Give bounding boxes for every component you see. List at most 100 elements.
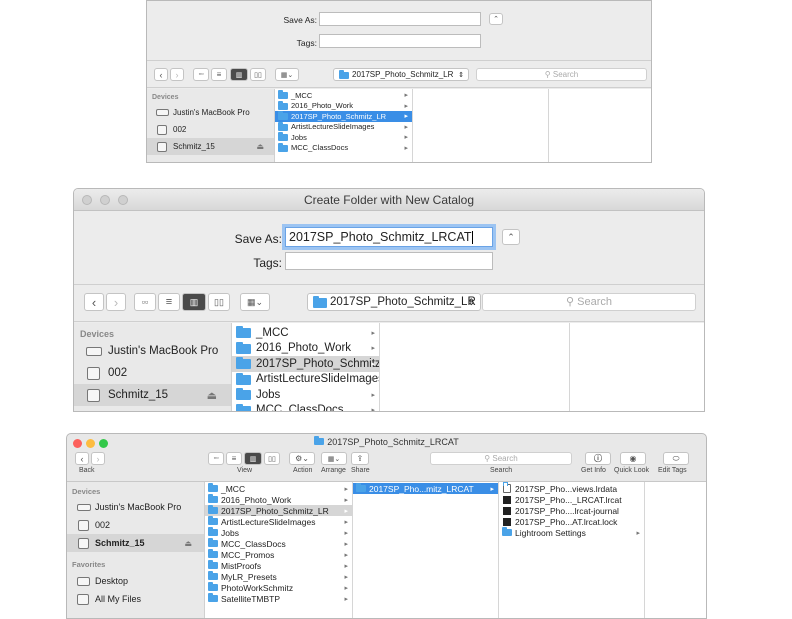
icon-view-icon[interactable]: ▫▫ — [208, 452, 224, 465]
list-item[interactable]: Jobs ▸ — [205, 527, 352, 538]
view-label: View — [237, 467, 253, 474]
list-item[interactable]: 2016_Photo_Work ▸ — [232, 341, 379, 357]
search-field[interactable]: ⚲ Search — [482, 293, 696, 311]
list-item[interactable]: 2017SP_Photo_Schmitz_LR▸ — [275, 111, 412, 122]
sidebar-item-schmitz15[interactable]: Schmitz_15 ⏏ — [67, 534, 204, 552]
list-item[interactable]: 2017SP_Pho...AT.lrcat.lock — [499, 516, 644, 527]
save-as-field[interactable]: 2017SP_Photo_Schmitz_LRCAT — [282, 224, 496, 250]
column-view-icon[interactable]: ▥ — [182, 293, 206, 311]
coverflow-view-icon[interactable]: ▯▯ — [250, 68, 266, 81]
back-button[interactable]: ‹ — [154, 68, 168, 81]
list-item-label: MCC_Promos — [221, 549, 275, 560]
search-icon: ⚲ — [544, 70, 551, 79]
sidebar-item-all-my-files[interactable]: All My Files — [67, 590, 204, 608]
column-3 — [549, 89, 651, 162]
list-item[interactable]: 2017SP_Pho...mitz_LRCAT ▸ — [353, 483, 498, 494]
coverflow-view-icon[interactable]: ▯▯ — [264, 452, 280, 465]
search-field[interactable]: ⚲ Search — [430, 452, 572, 465]
back-button[interactable]: ‹ — [84, 293, 104, 311]
list-item[interactable]: 2017SP_Photo_Schmitz_LR▸ — [232, 356, 379, 372]
column-view-icon[interactable]: ▥ — [244, 452, 262, 465]
list-item[interactable]: MyLR_Presets ▸ — [205, 571, 352, 582]
save-as-field[interactable] — [319, 12, 481, 26]
column-2 — [413, 89, 549, 162]
list-item[interactable]: MistProofs ▸ — [205, 560, 352, 571]
list-item[interactable]: _MCC ▸ — [275, 90, 412, 101]
sidebar-item-002[interactable]: 002 — [147, 121, 274, 138]
tags-field[interactable] — [319, 34, 481, 48]
sidebar-item-macbook[interactable]: Justin's MacBook Pro — [74, 340, 231, 362]
tags-label: Tags: — [253, 256, 282, 270]
sidebar-item-macbook[interactable]: Justin's MacBook Pro — [147, 104, 274, 121]
list-item[interactable]: 2017SP_Pho..._LRCAT.lrcat — [499, 494, 644, 505]
sidebar-item-002[interactable]: 002 — [67, 516, 204, 534]
sidebar: Devices Justin's MacBook Pro 002 Schmitz… — [74, 323, 232, 411]
eject-icon[interactable]: ⏏ — [207, 389, 217, 402]
list-item[interactable]: _MCC ▸ — [232, 325, 379, 341]
list-item[interactable]: MCC_ClassDocs ▸ — [232, 403, 379, 411]
sidebar: Devices Justin's MacBook Pro 002 Schmitz… — [67, 482, 205, 618]
chevron-right-icon: ▸ — [344, 507, 348, 515]
list-item[interactable]: Jobs ▸ — [275, 132, 412, 143]
list-item[interactable]: SatelliteTMBTP ▸ — [205, 593, 352, 604]
save-dialog-cropped: Save As: ⌃ Tags: ‹ › ▫▫ ≡ ▥ ▯▯ ▦⌄ 2017SP… — [146, 0, 652, 163]
coverflow-view-icon[interactable]: ▯▯ — [208, 293, 230, 311]
expand-dialog-button[interactable]: ⌃ — [502, 229, 520, 245]
sidebar-item-macbook[interactable]: Justin's MacBook Pro — [67, 498, 204, 516]
folder-path-popup[interactable]: 2017SP_Photo_Schmitz_LR ⇕ — [333, 68, 469, 81]
list-item[interactable]: Lightroom Settings ▸ — [499, 527, 644, 538]
chevron-right-icon: ▸ — [344, 562, 348, 570]
list-item[interactable]: ArtistLectureSlideImages ▸ — [275, 121, 412, 133]
forward-button[interactable]: › — [170, 68, 184, 81]
list-item[interactable]: 2016_Photo_Work ▸ — [205, 494, 352, 505]
list-item[interactable]: _MCC ▸ — [205, 483, 352, 494]
list-view-icon[interactable]: ≡ — [158, 293, 180, 311]
list-item[interactable]: 2017SP_Photo_Schmitz_LR▸ — [205, 505, 352, 516]
quick-look-eye-icon[interactable]: ◉ — [620, 452, 646, 465]
sidebar-item-schmitz15[interactable]: Schmitz_15 ⏏ — [147, 138, 274, 155]
arrange-menu-icon[interactable]: ▦⌄ — [321, 452, 347, 465]
forward-button[interactable]: › — [91, 452, 105, 465]
list-view-icon[interactable]: ≡ — [211, 68, 227, 81]
list-item[interactable]: Jobs ▸ — [232, 387, 379, 403]
list-item[interactable]: MCC_ClassDocs ▸ — [275, 142, 412, 154]
chevron-right-icon: ▸ — [404, 144, 408, 152]
list-item[interactable]: 2017SP_Pho....lrcat-journal — [499, 505, 644, 516]
action-label: Action — [293, 467, 313, 474]
sidebar-item-schmitz15[interactable]: Schmitz_15 ⏏ — [74, 384, 231, 406]
action-gear-icon[interactable]: ⚙⌄ — [289, 452, 315, 465]
list-item[interactable]: 2016_Photo_Work ▸ — [275, 100, 412, 112]
list-item-label: _MCC — [291, 90, 313, 100]
list-item[interactable]: ArtistLectureSlideImages ▸ — [232, 372, 379, 388]
tags-field[interactable] — [285, 252, 493, 270]
eject-icon[interactable]: ⏏ — [256, 142, 264, 151]
eject-icon[interactable]: ⏏ — [184, 539, 192, 548]
sidebar-item-002[interactable]: 002 — [74, 362, 231, 384]
list-item[interactable]: ArtistLectureSlideImages ▸ — [205, 516, 352, 527]
arrange-menu-icon[interactable]: ▦⌄ — [240, 293, 270, 311]
list-item[interactable]: MCC_Promos ▸ — [205, 549, 352, 560]
forward-button[interactable]: › — [106, 293, 126, 311]
info-icon[interactable]: ⓘ — [585, 452, 611, 465]
folder-icon — [208, 516, 218, 525]
list-item[interactable]: MCC_ClassDocs ▸ — [205, 538, 352, 549]
list-view-icon[interactable]: ≡ — [226, 452, 242, 465]
sidebar-item-desktop[interactable]: Desktop — [67, 572, 204, 590]
icon-view-icon[interactable]: ▫▫ — [193, 68, 209, 81]
back-button[interactable]: ‹ — [75, 452, 89, 465]
search-field[interactable]: ⚲ Search — [476, 68, 647, 81]
folder-path-popup[interactable]: 2017SP_Photo_Schmitz_LR ⇕ — [307, 293, 481, 311]
arrange-menu-icon[interactable]: ▦⌄ — [275, 68, 299, 81]
list-item[interactable]: PhotoWorkSchmitz ▸ — [205, 582, 352, 593]
column-view-icon[interactable]: ▥ — [230, 68, 248, 81]
tag-icon[interactable]: ⬭ — [663, 452, 689, 465]
expand-dialog-button[interactable]: ⌃ — [489, 13, 503, 25]
updown-icon: ⇕ — [467, 296, 475, 307]
icon-view-icon[interactable]: ▫▫ — [134, 293, 156, 311]
list-item-label: 2017SP_Pho...mitz_LRCAT — [369, 483, 474, 494]
chevron-right-icon: ▸ — [371, 345, 375, 353]
list-item[interactable]: 2017SP_Pho...views.lrdata — [499, 482, 644, 494]
folder-icon — [356, 483, 366, 492]
share-icon[interactable]: ⇪ — [351, 452, 369, 465]
drive-icon — [87, 367, 100, 380]
